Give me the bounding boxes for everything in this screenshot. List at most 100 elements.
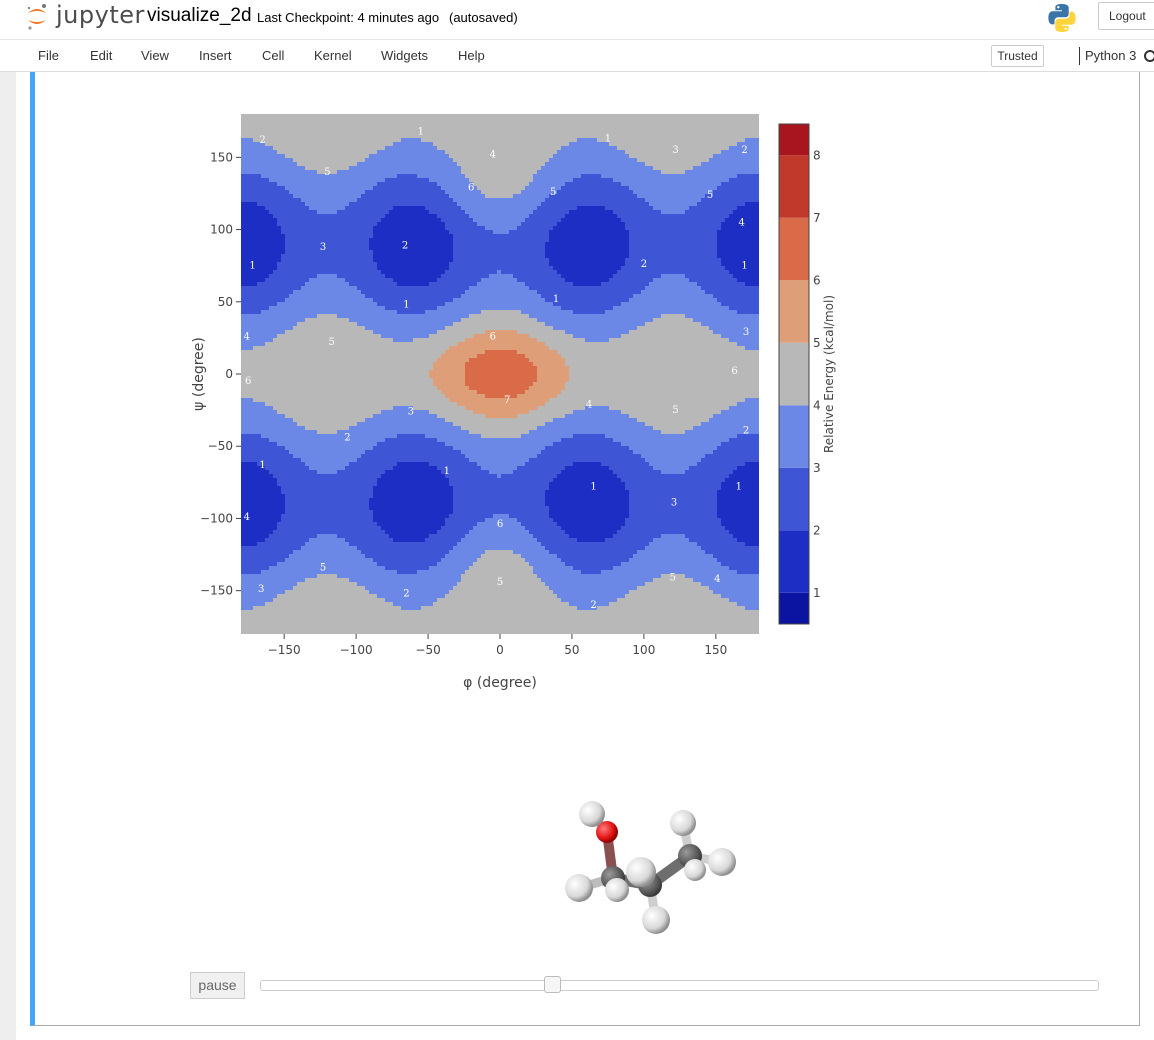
contour-cell bbox=[277, 446, 282, 451]
contour-cell bbox=[245, 542, 250, 547]
contour-cell bbox=[261, 338, 266, 343]
contour-cell bbox=[333, 550, 338, 555]
contour-cell bbox=[265, 270, 270, 275]
contour-cell bbox=[309, 522, 314, 527]
menu-file[interactable]: File bbox=[38, 48, 59, 63]
contour-cell bbox=[241, 590, 246, 595]
contour-cell bbox=[285, 414, 290, 419]
contour-cell bbox=[377, 466, 382, 471]
contour-cell bbox=[293, 194, 298, 199]
contour-cell bbox=[349, 606, 354, 611]
contour-cell bbox=[345, 582, 350, 587]
contour-cell bbox=[245, 294, 250, 299]
contour-cell bbox=[301, 386, 306, 391]
contour-cell bbox=[301, 306, 306, 311]
contour-cell bbox=[249, 502, 254, 507]
contour-cell bbox=[293, 626, 298, 631]
contour-cell bbox=[241, 438, 246, 443]
contour-cell bbox=[325, 550, 330, 555]
logout-button[interactable]: Logout bbox=[1098, 2, 1154, 30]
contour-cell bbox=[373, 258, 378, 263]
contour-cell bbox=[285, 182, 290, 187]
contour-cell bbox=[389, 598, 394, 603]
contour-cell bbox=[353, 546, 358, 551]
kernel-name[interactable]: Python 3 bbox=[1085, 48, 1136, 63]
contour-cell bbox=[345, 534, 350, 539]
contour-cell bbox=[317, 414, 322, 419]
menu-cell[interactable]: Cell bbox=[262, 48, 284, 63]
contour-cell bbox=[377, 326, 382, 331]
contour-cell bbox=[369, 226, 374, 231]
contour-cell bbox=[257, 206, 262, 211]
contour-cell bbox=[257, 366, 262, 371]
contour-cell bbox=[265, 362, 270, 367]
contour-cell bbox=[357, 502, 362, 507]
contour-cell bbox=[253, 358, 258, 363]
contour-cell bbox=[381, 418, 386, 423]
contour-cell bbox=[333, 178, 338, 183]
contour-cell bbox=[261, 514, 266, 519]
contour-cell bbox=[361, 282, 366, 287]
contour-cell bbox=[357, 302, 362, 307]
contour-cell bbox=[321, 486, 326, 491]
contour-cell bbox=[369, 258, 374, 263]
menu-insert[interactable]: Insert bbox=[199, 48, 232, 63]
energy-contour-plot[interactable]: 2113245655432121113645667453221111346555… bbox=[180, 100, 860, 715]
contour-cell bbox=[349, 446, 354, 451]
contour-cell bbox=[285, 622, 290, 627]
contour-fill-area[interactable] bbox=[241, 114, 762, 635]
contour-cell bbox=[281, 170, 286, 175]
contour-cell bbox=[293, 174, 298, 179]
contour-cell bbox=[373, 194, 378, 199]
contour-cell bbox=[369, 218, 374, 223]
jupyter-logo[interactable] bbox=[26, 2, 54, 37]
contour-cell bbox=[289, 526, 294, 531]
contour-cell bbox=[241, 290, 246, 295]
menu-kernel[interactable]: Kernel bbox=[314, 48, 352, 63]
contour-cell bbox=[381, 274, 386, 279]
contour-cell bbox=[277, 566, 282, 571]
contour-cell bbox=[269, 458, 274, 463]
contour-cell bbox=[265, 290, 270, 295]
menu-view[interactable]: View bbox=[141, 48, 169, 63]
contour-cell bbox=[297, 162, 302, 167]
contour-cell bbox=[341, 298, 346, 303]
contour-cell bbox=[389, 550, 394, 555]
notebook-name[interactable]: visualize_2d bbox=[147, 5, 252, 27]
contour-cell bbox=[289, 390, 294, 395]
contour-cell bbox=[345, 578, 350, 583]
contour-cell bbox=[325, 142, 330, 147]
contour-cell bbox=[273, 178, 278, 183]
menubar: File Edit View Insert Cell Kernel Widget… bbox=[0, 40, 1154, 72]
contour-cell bbox=[337, 262, 342, 267]
contour-cell bbox=[269, 622, 274, 627]
contour-cell bbox=[305, 438, 310, 443]
menu-help[interactable]: Help bbox=[458, 48, 485, 63]
contour-cell bbox=[353, 454, 358, 459]
menu-widgets[interactable]: Widgets bbox=[381, 48, 428, 63]
contour-cell bbox=[297, 362, 302, 367]
contour-cell bbox=[325, 390, 330, 395]
contour-cell bbox=[325, 574, 330, 579]
contour-cell bbox=[337, 250, 342, 255]
contour-cell bbox=[285, 470, 290, 475]
contour-cell bbox=[293, 158, 298, 163]
contour-cell bbox=[269, 478, 274, 483]
contour-cell bbox=[269, 614, 274, 619]
contour-cell bbox=[349, 142, 354, 147]
contour-cell bbox=[293, 234, 298, 239]
menu-edit[interactable]: Edit bbox=[90, 48, 112, 63]
contour-cell bbox=[345, 254, 350, 259]
contour-cell bbox=[325, 350, 330, 355]
contour-cell bbox=[289, 582, 294, 587]
contour-cell bbox=[357, 334, 362, 339]
contour-cell bbox=[337, 154, 342, 159]
trusted-indicator[interactable]: Trusted bbox=[991, 45, 1044, 67]
contour-cell bbox=[289, 462, 294, 467]
contour-cell bbox=[253, 150, 258, 155]
contour-cell bbox=[265, 434, 270, 439]
contour-cell bbox=[285, 162, 290, 167]
contour-cell bbox=[305, 486, 310, 491]
contour-cell bbox=[357, 594, 362, 599]
contour-cell bbox=[381, 454, 386, 459]
